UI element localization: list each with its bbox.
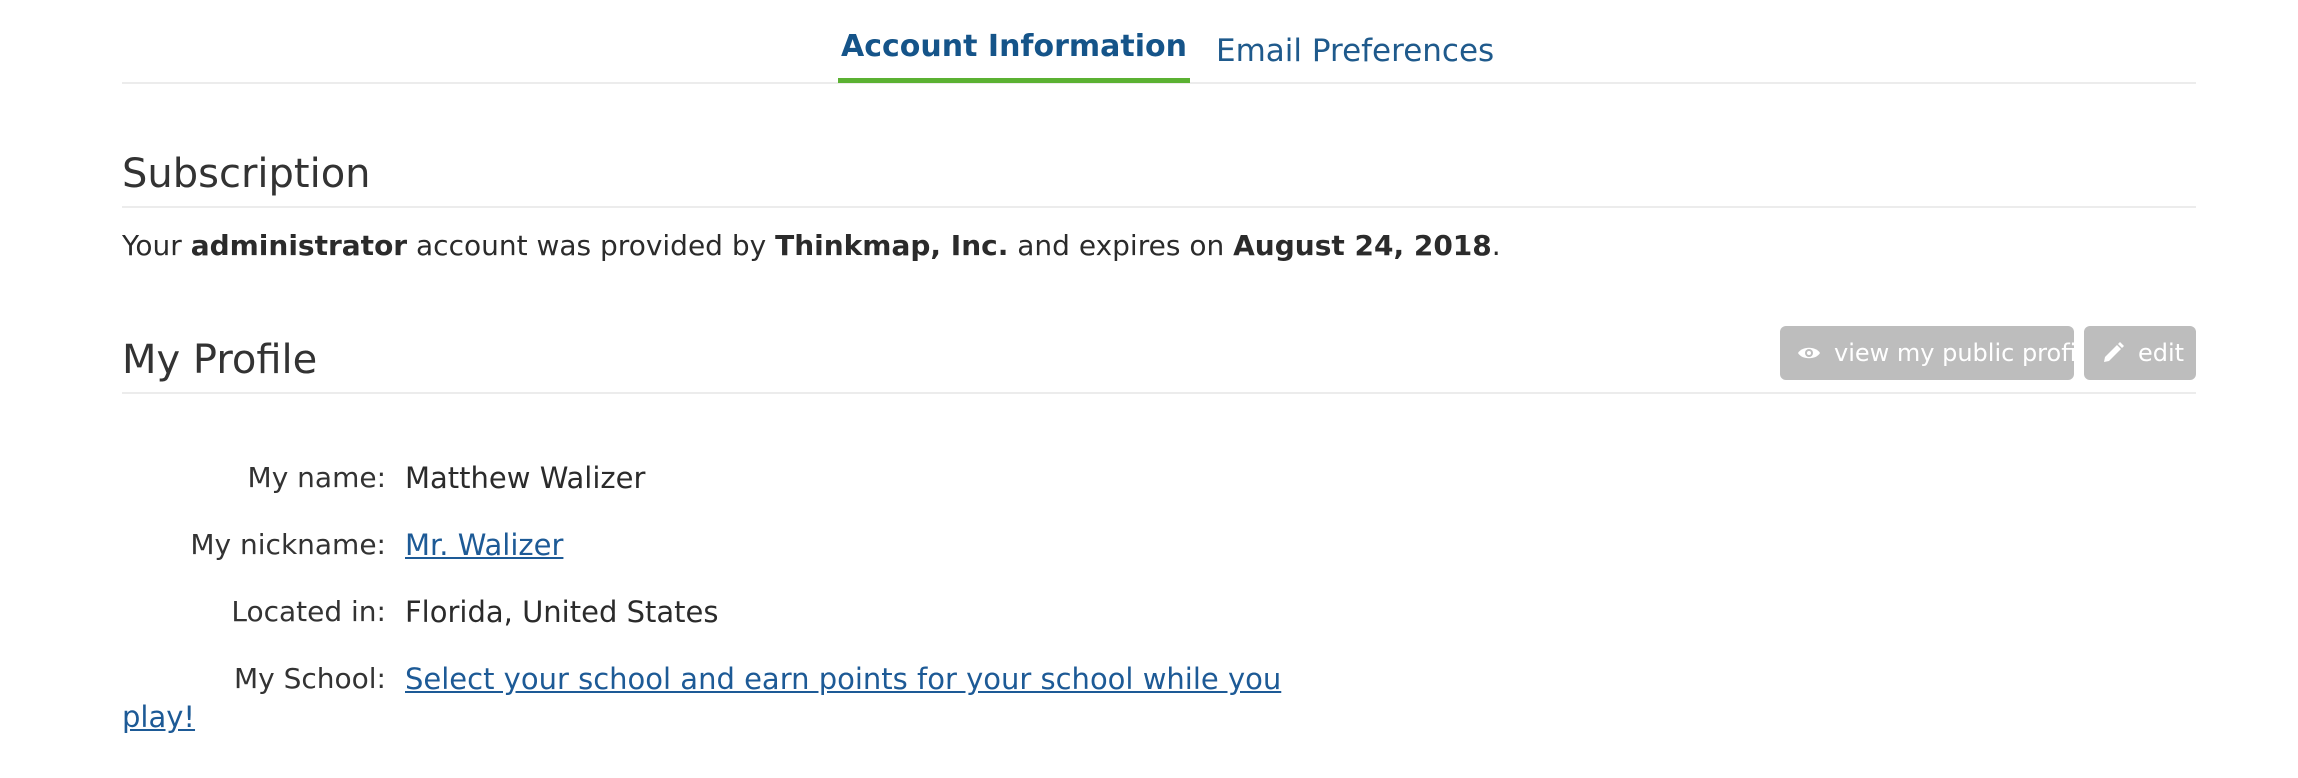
name-label: My name: xyxy=(247,461,386,494)
select-school-link-continued[interactable]: play! xyxy=(122,697,195,737)
subscription-role: administrator xyxy=(190,229,408,262)
subscription-expiry-date: August 24, 2018 xyxy=(1233,229,1492,262)
school-label: My School: xyxy=(233,662,386,695)
subscription-text-prefix: Your xyxy=(122,229,191,262)
subscription-description: Your administrator account was provided … xyxy=(122,226,1501,266)
edit-profile-button[interactable]: edit xyxy=(2084,326,2196,380)
nickname-label: My nickname: xyxy=(190,528,386,561)
eye-icon xyxy=(1796,340,1822,366)
subscription-heading: Subscription xyxy=(122,148,2196,208)
account-page: Account Information Email Preferences Su… xyxy=(0,0,2298,778)
account-tabs: Account Information Email Preferences xyxy=(122,0,2196,84)
name-value: Matthew Walizer xyxy=(405,461,646,495)
location-value: Florida, United States xyxy=(405,595,719,629)
subscription-text-mid2: and expires on xyxy=(1008,229,1234,262)
location-label: Located in: xyxy=(231,595,386,628)
subscription-text-mid1: account was provided by xyxy=(407,229,776,262)
select-school-link[interactable]: Select your school and earn points for y… xyxy=(405,659,1281,699)
subscription-provider: Thinkmap, Inc. xyxy=(775,229,1009,262)
tab-email-preferences[interactable]: Email Preferences xyxy=(1216,28,1494,74)
view-public-profile-label: view my public profile xyxy=(1834,339,2098,367)
view-public-profile-button[interactable]: view my public profile xyxy=(1780,326,2098,380)
edit-profile-label: edit xyxy=(2138,339,2185,367)
subscription-text-suffix: . xyxy=(1491,229,1501,262)
tab-account-information[interactable]: Account Information xyxy=(838,24,1190,83)
pencil-icon xyxy=(2100,340,2126,366)
nickname-link[interactable]: Mr. Walizer xyxy=(405,525,563,565)
